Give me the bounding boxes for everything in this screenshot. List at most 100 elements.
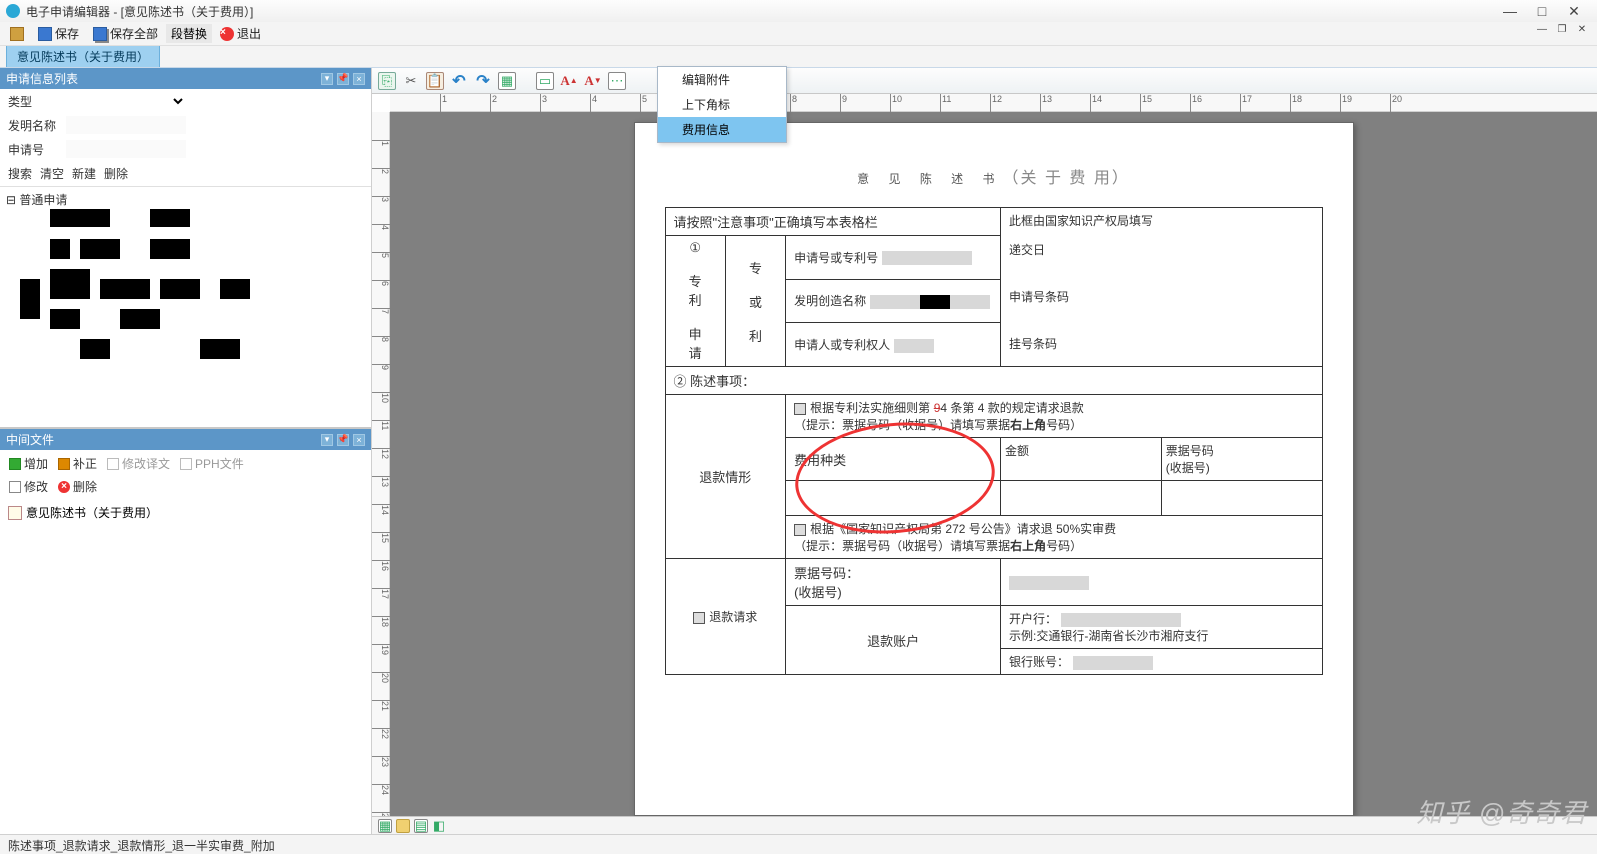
search-link[interactable]: 搜索 — [8, 165, 32, 182]
doc-title: 意 见 陈 述 书（关 于 费 用） — [665, 163, 1323, 189]
tab-opinion-fee[interactable]: 意见陈述书（关于费用） — [6, 45, 160, 67]
context-menu: 编辑附件 上下角标 费用信息 — [657, 66, 787, 143]
mdi-close[interactable]: ✕ — [1575, 22, 1589, 36]
mid-files-title: 中间文件 — [6, 431, 54, 448]
watermark: 知乎 @奇奇君 — [1416, 793, 1587, 830]
receipt-no-label: 票据号码： (收据号) — [786, 559, 1001, 606]
view-mode-4-icon[interactable]: ◧ — [432, 819, 446, 833]
font-decrease-icon[interactable]: A▼ — [584, 72, 602, 90]
refund-acct-label: 退款账户 — [786, 606, 1001, 675]
panel-pin-icon[interactable]: ▾ — [321, 73, 333, 85]
refund-req-checkbox[interactable] — [693, 612, 705, 624]
app-no-cell: 申请号或专利号 — [786, 236, 1001, 280]
application-tree[interactable]: ⊟ 普通申请 — [0, 186, 371, 427]
mdi-restore[interactable]: ❐ — [1555, 22, 1569, 36]
modify-button[interactable]: 修改 — [6, 477, 51, 496]
view-mode-2-icon[interactable] — [396, 819, 410, 833]
app-info-title: 申请信息列表 — [6, 70, 78, 87]
amount-receipt-value[interactable] — [1001, 481, 1322, 516]
rule2-checkbox[interactable] — [794, 524, 806, 536]
rule1-checkbox[interactable] — [794, 403, 806, 415]
app-number-label: 申请号 — [8, 141, 60, 158]
mdi-minimize[interactable]: — — [1535, 22, 1549, 36]
receipt-no-value[interactable] — [1001, 559, 1322, 606]
redacted-tree-content — [20, 209, 280, 389]
save-all-button[interactable]: 保存全部 — [87, 23, 164, 44]
file-item-opinion[interactable]: 意见陈述书（关于费用） — [8, 504, 363, 521]
maximize-button[interactable]: □ — [1535, 4, 1549, 18]
mid-files-header: 中间文件 ▾ 📌 × — [0, 429, 371, 450]
fee-type-header: 费用种类 — [786, 438, 1001, 481]
tree-root[interactable]: 普通申请 — [19, 193, 67, 207]
mid-delete-button[interactable]: ×删除 — [55, 477, 100, 496]
fee-type-value[interactable] — [786, 481, 1001, 516]
mid-files-panel: 中间文件 ▾📌× 增加 补正 修改译文 PPH文件 修改 ×删除 意见陈述书（关… — [0, 428, 371, 834]
office-note: 此框由国家知识产权局填写 — [1009, 212, 1313, 229]
supplement-button[interactable]: 补正 — [55, 454, 100, 473]
window-controls: — □ ✕ — [1503, 4, 1591, 18]
invention-name-cell: 发明创造名称 — [786, 279, 1001, 323]
mid-close-icon[interactable]: × — [353, 434, 365, 446]
table-icon[interactable]: ▦ — [498, 72, 516, 90]
toolbar-new-icon[interactable] — [4, 25, 30, 43]
titlebar: 电子申请编辑器 - [意见陈述书（关于费用）] — □ ✕ — [0, 0, 1597, 22]
app-barcode-label: 申请号条码 — [1009, 288, 1313, 305]
pph-button: PPH文件 — [177, 454, 247, 473]
app-number-input[interactable] — [66, 140, 186, 158]
document-editor: ⎘ ✂ 📋 ↶ ↷ ▦ ▭ A▲ A▼ ⋯ 编辑附件 上下角标 费用信息 123… — [372, 68, 1597, 834]
add-button[interactable]: 增加 — [6, 454, 51, 473]
refund-side-label: 退款情形 — [665, 395, 786, 559]
submit-date-label: 递交日 — [1009, 241, 1313, 258]
delete-link[interactable]: 删除 — [104, 165, 128, 182]
view-mode-3-icon[interactable]: ▤ — [414, 819, 428, 833]
mid-pin-icon[interactable]: ▾ — [321, 434, 333, 446]
editor-canvas[interactable]: 意 见 陈 述 书（关 于 费 用） 请按照"注意事项"正确填写本表格栏 此框由… — [390, 112, 1597, 816]
clear-link[interactable]: 清空 — [40, 165, 64, 182]
editor-toolbar: ⎘ ✂ 📋 ↶ ↷ ▦ ▭ A▲ A▼ ⋯ 编辑附件 上下角标 费用信息 — [372, 68, 1597, 94]
panel-close-icon[interactable]: × — [353, 73, 365, 85]
invention-name-label: 发明名称 — [8, 117, 60, 134]
undo-icon[interactable]: ↶ — [450, 72, 468, 90]
invention-name-input[interactable] — [66, 116, 186, 134]
form-table: 请按照"注意事项"正确填写本表格栏 此框由国家知识产权局填写 递交日 申请号条码… — [665, 207, 1323, 675]
copy-icon[interactable]: ⎘ — [378, 72, 396, 90]
replace-button[interactable]: 段替换 — [166, 24, 212, 43]
file-icon — [8, 506, 22, 520]
panel-pin2-icon[interactable]: 📌 — [337, 73, 349, 85]
more-icon[interactable]: ⋯ — [608, 72, 626, 90]
page-icon[interactable]: ▭ — [536, 72, 554, 90]
bank-cell: 开户行： 示例:交通银行-湖南省长沙市湘府支行 — [1001, 606, 1322, 649]
applicant-cell: 申请人或专利权人 — [786, 323, 1001, 367]
view-mode-1-icon[interactable]: ▦ — [378, 819, 392, 833]
status-bar: 陈述事项_退款请求_退款情形_退一半实审费_附加 — [0, 834, 1597, 854]
cut-icon[interactable]: ✂ — [402, 72, 420, 90]
exit-button[interactable]: ×退出 — [214, 23, 267, 44]
app-info-panel: 申请信息列表 ▾ 📌 × 类型 发明名称 申请号 搜索 清空 新建 删除 — [0, 68, 371, 428]
mdi-controls: — ❐ ✕ — [1535, 22, 1589, 36]
app-info-header: 申请信息列表 ▾ 📌 × — [0, 68, 371, 89]
menu-fee-info[interactable]: 费用信息 — [658, 117, 786, 142]
ruler-vertical: 1234567891011121314151617181920212223242… — [372, 112, 390, 816]
close-button[interactable]: ✕ — [1567, 4, 1581, 18]
rule1-cell: 根据专利法实施细则第 94 条第 4 款的规定请求退款 （提示：票据号码（收据号… — [786, 395, 1322, 438]
paste-icon[interactable]: 📋 — [426, 72, 444, 90]
window-title: 电子申请编辑器 - [意见陈述书（关于费用）] — [26, 3, 1503, 20]
save-button[interactable]: 保存 — [32, 23, 85, 44]
menu-sup-sub[interactable]: 上下角标 — [658, 92, 786, 117]
menu-edit-attachment[interactable]: 编辑附件 — [658, 67, 786, 92]
type-select[interactable] — [66, 92, 186, 110]
section-2-header: ② 陈述事项： — [665, 367, 1322, 395]
main-toolbar: 保存 保存全部 段替换 ×退出 — ❐ ✕ — [0, 22, 1597, 46]
app-icon — [6, 4, 20, 18]
type-label: 类型 — [8, 93, 60, 110]
section-1-side: 专或利 — [725, 236, 785, 367]
file-item-label: 意见陈述书（关于费用） — [26, 504, 158, 521]
redo-icon[interactable]: ↷ — [474, 72, 492, 90]
mid-pin2-icon[interactable]: 📌 — [337, 434, 349, 446]
section-1-num: ①专利申请 — [665, 236, 725, 367]
font-increase-icon[interactable]: A▲ — [560, 72, 578, 90]
minimize-button[interactable]: — — [1503, 4, 1517, 18]
new-link[interactable]: 新建 — [72, 165, 96, 182]
document-tabstrip: 意见陈述书（关于费用） — [0, 46, 1597, 68]
bank-acct-cell: 银行账号： — [1001, 649, 1322, 675]
